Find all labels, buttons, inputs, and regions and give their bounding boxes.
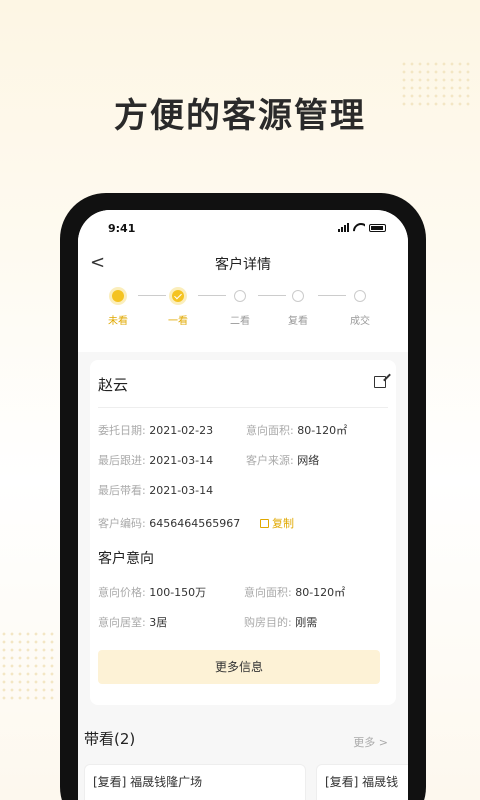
field-key: 意向面积:: [244, 586, 292, 599]
status-time: 9:41: [108, 222, 136, 235]
step-dot: [354, 290, 366, 302]
step-label: 成交: [350, 316, 370, 327]
field-value: 3居: [149, 616, 168, 629]
viewing-card-title: [复看] 福晟钱隆广场: [93, 775, 203, 789]
field-intended-area: 意向面积: 80-120㎡: [246, 422, 347, 438]
viewings-more-link[interactable]: 更多 >: [353, 734, 388, 750]
customer-card: 赵云 委托日期: 2021-02-23 意向面积: 80-120㎡ 最后跟进: …: [90, 360, 396, 705]
viewing-card-title: [复看] 福晟钱: [325, 775, 399, 789]
copy-icon: [260, 518, 269, 528]
step-dot: [292, 290, 304, 302]
field-key: 购房目的:: [244, 616, 292, 629]
field-intended-area: 意向面积: 80-120㎡: [244, 584, 345, 600]
field-key: 意向面积:: [246, 424, 294, 437]
edit-icon[interactable]: [374, 376, 386, 388]
page-title: 客户详情: [215, 257, 271, 273]
field-intended-rooms: 意向居室: 3居: [98, 614, 167, 630]
field-intended-price: 意向价格: 100-150万: [98, 584, 206, 600]
step-dot: [112, 290, 124, 302]
more-info-button[interactable]: 更多信息: [98, 650, 380, 684]
field-value: 80-120㎡: [297, 424, 348, 437]
step-label: 一看: [168, 316, 188, 327]
divider: [98, 407, 388, 408]
field-value: 2021-02-23: [149, 424, 214, 437]
check-icon: [172, 290, 184, 302]
nav-bar: < 客户详情: [78, 246, 408, 280]
field-value: 刚需: [295, 616, 318, 629]
step-unviewed[interactable]: 未看: [98, 290, 138, 327]
viewing-card[interactable]: [复看] 福晟钱: [316, 764, 408, 800]
signal-icon: [338, 223, 349, 232]
wifi-icon: [353, 223, 365, 232]
field-purchase-purpose: 购房目的: 刚需: [244, 614, 317, 630]
field-value: 80-120㎡: [295, 586, 346, 599]
step-first-view[interactable]: 一看: [158, 290, 198, 327]
intent-section-title: 客户意向: [98, 551, 154, 567]
battery-icon: [369, 223, 386, 232]
field-key: 意向价格:: [98, 586, 146, 599]
viewing-card[interactable]: [复看] 福晟钱隆广场: [84, 764, 306, 800]
step-revisit[interactable]: 复看: [278, 290, 318, 327]
field-key: 最后带看:: [98, 484, 146, 497]
step-dot: [234, 290, 246, 302]
field-key: 最后跟进:: [98, 454, 146, 467]
field-commission-date: 委托日期: 2021-02-23: [98, 422, 213, 438]
step-second-view[interactable]: 二看: [220, 290, 260, 327]
field-customer-code: 客户编码: 6456464565967: [98, 515, 240, 531]
status-bar: 9:41: [78, 210, 408, 246]
field-customer-source: 客户来源: 网络: [246, 452, 319, 468]
copy-button[interactable]: 复制: [260, 515, 294, 531]
status-icons: [338, 223, 386, 232]
field-key: 客户编码:: [98, 517, 146, 530]
field-key: 客户来源:: [246, 454, 294, 467]
viewings-title: 带看(2): [84, 730, 136, 748]
step-label: 二看: [230, 316, 250, 327]
progress-steps: 未看 一看 二看 复看 成交: [78, 280, 408, 352]
customer-name: 赵云: [98, 376, 129, 394]
decorative-dots: [0, 630, 55, 700]
field-value: 6456464565967: [149, 517, 241, 530]
field-value: 2021-03-14: [149, 454, 214, 467]
step-label: 复看: [288, 316, 308, 327]
copy-label: 复制: [272, 517, 294, 530]
field-key: 意向居室:: [98, 616, 146, 629]
field-key: 委托日期:: [98, 424, 146, 437]
headline: 方便的客源管理: [114, 96, 366, 136]
step-deal[interactable]: 成交: [340, 290, 380, 327]
field-last-viewing: 最后带看: 2021-03-14: [98, 482, 213, 498]
field-value: 网络: [297, 454, 320, 467]
step-label: 未看: [108, 316, 128, 327]
phone-screen: 9:41 < 客户详情 未看 一看 二看 复看 成交 赵云 委托日期: 2021…: [78, 210, 408, 800]
field-value: 2021-03-14: [149, 484, 214, 497]
field-value: 100-150万: [149, 586, 207, 599]
field-last-followup: 最后跟进: 2021-03-14: [98, 452, 213, 468]
